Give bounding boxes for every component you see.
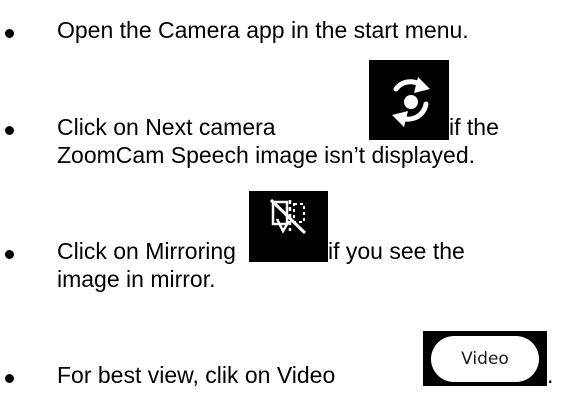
video-button[interactable]: Video (431, 336, 539, 382)
step-1-text: Open the Camera app in the start menu. (57, 17, 469, 43)
bullet (5, 29, 14, 38)
step-4-period: . (547, 362, 554, 388)
mirroring-icon[interactable] (249, 191, 328, 262)
step-4-text: For best view, clik on Video (57, 362, 336, 388)
video-button-image: Video (423, 331, 547, 386)
mirroring-glyph (269, 198, 307, 235)
step-2-text-line2: ZoomCam Speech image isn’t displayed. (57, 142, 476, 168)
step-2-text: Click on Next camera (57, 114, 276, 140)
bullet (5, 126, 14, 135)
bullet (5, 374, 14, 383)
camera-switch-icon[interactable] (369, 60, 449, 140)
step-3-text: Click on Mirroring (57, 238, 236, 264)
step-3-text-after: if you see the (328, 238, 465, 264)
bullet (5, 250, 14, 259)
step-3-text-line2: image in mirror. (57, 266, 216, 292)
camera-switch-glyph (392, 77, 430, 127)
step-2-text-after: if the (449, 114, 499, 140)
